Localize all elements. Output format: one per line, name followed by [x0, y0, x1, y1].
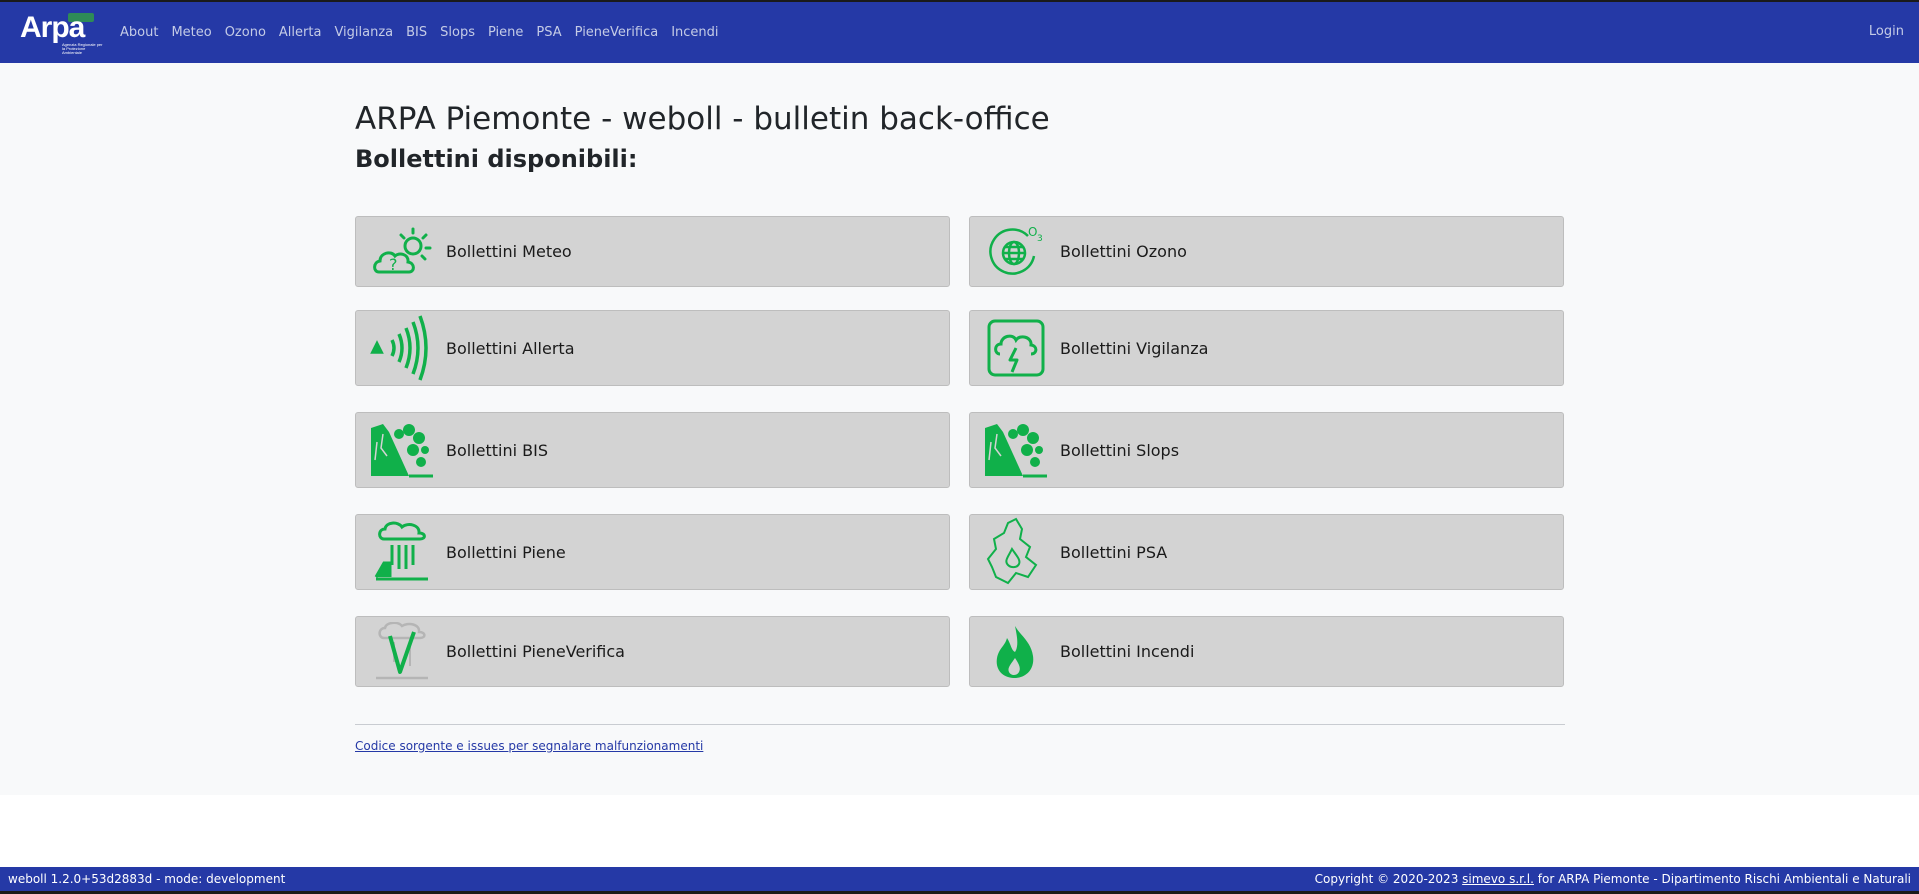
svg-text:?: ? — [389, 255, 398, 274]
logo-subtitle: Agenzia Regionale per la Protezione Ambi… — [62, 41, 103, 55]
weather-icon: ? — [368, 222, 436, 282]
card-bollettini-bis[interactable]: Bollettini BIS — [355, 412, 950, 488]
card-label: Bollettini Ozono — [1060, 242, 1187, 261]
svg-text:3: 3 — [1037, 234, 1043, 244]
login-link[interactable]: Login — [1869, 24, 1904, 39]
logo-text: Arpa — [20, 10, 85, 44]
card-label: Bollettini Allerta — [446, 338, 575, 358]
nav-link-ozono[interactable]: Ozono — [225, 25, 266, 40]
copyright-prefix: Copyright © 2020-2023 — [1314, 872, 1459, 886]
nav-link-meteo[interactable]: Meteo — [171, 25, 211, 40]
flood-check-icon — [368, 621, 436, 682]
footer: weboll 1.2.0+53d2883d - mode: developmen… — [0, 867, 1919, 891]
card-bollettini-meteo[interactable]: ? Bollettini Meteo — [355, 216, 950, 287]
nav-link-psa[interactable]: PSA — [536, 25, 561, 40]
card-label: Bollettini PSA — [1060, 542, 1168, 562]
nav-link-pieneverifica[interactable]: PieneVerifica — [575, 25, 659, 40]
landslide-icon — [982, 420, 1050, 480]
alert-signal-icon — [368, 315, 436, 381]
piemonte-map-drop-icon — [982, 517, 1050, 585]
card-bollettini-allerta[interactable]: Bollettini Allerta — [355, 310, 950, 386]
nav-link-allerta[interactable]: Allerta — [279, 25, 322, 40]
card-bollettini-psa[interactable]: Bollettini PSA — [969, 514, 1564, 590]
company-link[interactable]: simevo s.r.l. — [1462, 872, 1534, 886]
card-bollettini-pieneverifica[interactable]: Bollettini PieneVerifica — [355, 616, 950, 687]
nav-link-incendi[interactable]: Incendi — [671, 25, 718, 40]
nav-link-about[interactable]: About — [120, 25, 158, 40]
source-issues-link[interactable]: Codice sorgente e issues per segnalare m… — [355, 739, 703, 753]
card-label: Bollettini Incendi — [1060, 642, 1195, 661]
card-label: Bollettini Piene — [446, 542, 566, 562]
copyright: Copyright © 2020-2023 simevo s.r.l. for … — [1315, 872, 1911, 886]
nav-link-vigilanza[interactable]: Vigilanza — [334, 25, 393, 40]
card-bollettini-incendi[interactable]: Bollettini Incendi — [969, 616, 1564, 687]
card-bollettini-slops[interactable]: Bollettini Slops — [969, 412, 1564, 488]
page-subtitle: Bollettini disponibili: — [355, 145, 638, 173]
nav-link-bis[interactable]: BIS — [406, 25, 427, 40]
arpa-logo[interactable]: Arpa Agenzia Regionale per la Protezione… — [20, 10, 104, 55]
card-bollettini-piene[interactable]: Bollettini Piene — [355, 514, 950, 590]
landslide-icon — [368, 420, 436, 480]
page-title: ARPA Piemonte - weboll - bulletin back-o… — [355, 101, 1050, 137]
nav-link-slops[interactable]: Slops — [440, 25, 475, 40]
main-content: ARPA Piemonte - weboll - bulletin back-o… — [0, 63, 1919, 795]
card-label: Bollettini PieneVerifica — [446, 642, 625, 661]
content-divider — [355, 724, 1565, 725]
version-info: weboll 1.2.0+53d2883d - mode: developmen… — [8, 872, 286, 886]
card-bollettini-vigilanza[interactable]: Bollettini Vigilanza — [969, 310, 1564, 386]
ozone-globe-icon: O 3 — [982, 222, 1050, 282]
flood-rain-icon — [368, 521, 436, 582]
copyright-suffix: for ARPA Piemonte - Dipartimento Rischi … — [1537, 872, 1911, 886]
card-label: Bollettini Slops — [1060, 440, 1180, 460]
nav-links: About Meteo Ozono Allerta Vigilanza BIS … — [120, 25, 732, 40]
card-bollettini-ozono[interactable]: O 3 Bollettini Ozono — [969, 216, 1564, 287]
card-label: Bollettini BIS — [446, 440, 549, 460]
navbar: Arpa Agenzia Regionale per la Protezione… — [0, 2, 1919, 63]
storm-lightning-icon — [982, 318, 1050, 378]
card-label: Bollettini Meteo — [446, 242, 572, 261]
card-label: Bollettini Vigilanza — [1060, 338, 1209, 358]
fire-icon — [982, 622, 1050, 682]
nav-link-piene[interactable]: Piene — [488, 25, 523, 40]
